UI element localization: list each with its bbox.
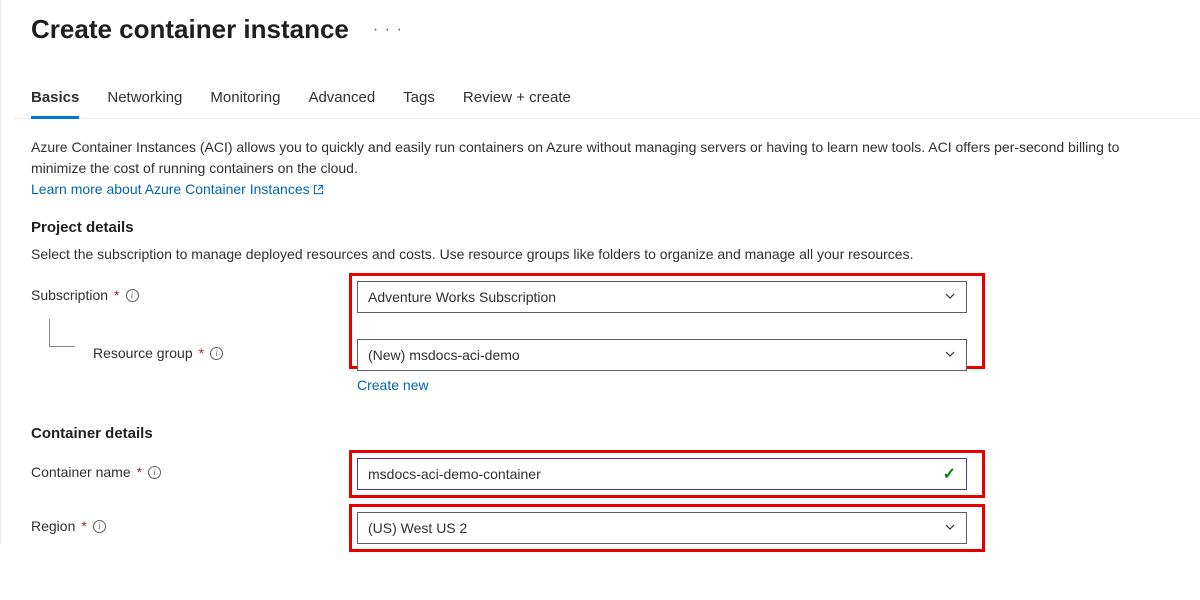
tab-review-create[interactable]: Review + create [463, 89, 571, 119]
tab-advanced[interactable]: Advanced [308, 89, 375, 119]
resource-group-label: Resource group [93, 345, 193, 361]
tab-basics[interactable]: Basics [31, 89, 79, 119]
more-actions-icon[interactable]: · · · [373, 21, 403, 39]
required-marker: * [199, 345, 204, 361]
required-marker: * [81, 518, 86, 534]
learn-more-link[interactable]: Learn more about Azure Container Instanc… [31, 181, 324, 197]
tab-networking[interactable]: Networking [107, 89, 182, 119]
info-icon[interactable]: i [210, 347, 223, 360]
tab-tags[interactable]: Tags [403, 89, 435, 119]
info-icon[interactable]: i [126, 289, 139, 302]
region-select[interactable]: (US) West US 2 [357, 512, 967, 544]
info-icon[interactable]: i [148, 466, 161, 479]
subscription-select[interactable]: Adventure Works Subscription [357, 281, 967, 313]
project-details-desc: Select the subscription to manage deploy… [31, 244, 1135, 265]
project-details-heading: Project details [31, 219, 1135, 236]
resource-group-select[interactable]: (New) msdocs-aci-demo [357, 339, 967, 371]
create-new-link[interactable]: Create new [357, 377, 429, 393]
intro-text: Azure Container Instances (ACI) allows y… [31, 137, 1135, 201]
info-icon[interactable]: i [93, 520, 106, 533]
valid-check-icon: ✓ [943, 464, 956, 484]
subscription-label: Subscription [31, 287, 108, 303]
tab-monitoring[interactable]: Monitoring [210, 89, 280, 119]
container-details-heading: Container details [31, 425, 1135, 442]
wizard-tabs: Basics Networking Monitoring Advanced Ta… [13, 53, 1200, 119]
tree-elbow [49, 319, 75, 347]
required-marker: * [137, 464, 142, 480]
container-name-input[interactable]: msdocs-aci-demo-container ✓ [357, 458, 967, 490]
region-label: Region [31, 518, 75, 534]
external-link-icon [313, 180, 324, 201]
required-marker: * [114, 287, 119, 303]
container-name-label: Container name [31, 464, 131, 480]
page-title: Create container instance [31, 14, 349, 45]
